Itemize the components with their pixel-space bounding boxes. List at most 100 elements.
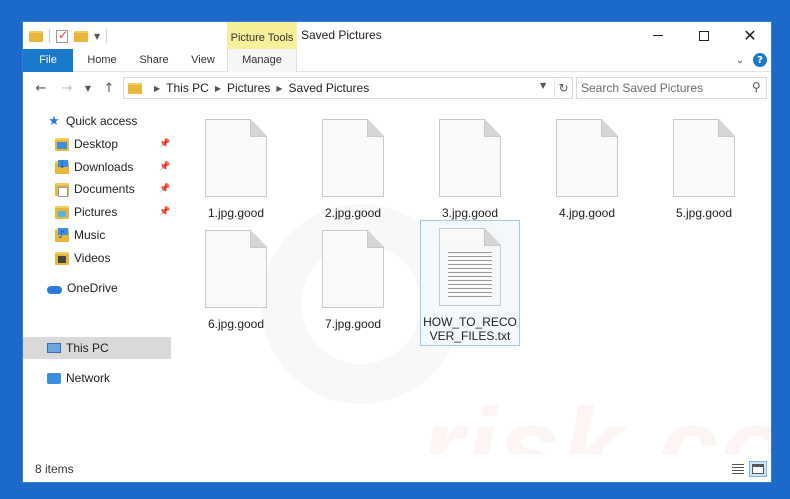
expand-ribbon-chevron-down-icon[interactable]: ⌄	[733, 53, 747, 67]
search-box[interactable]: ⚲	[576, 77, 767, 99]
tab-manage[interactable]: Manage	[227, 49, 297, 73]
breadcrumb-pictures[interactable]: Pictures	[227, 81, 270, 95]
sidebar-item-label: Desktop	[74, 137, 119, 151]
sidebar-item-onedrive[interactable]: OneDrive	[23, 277, 171, 299]
blank-file-icon	[673, 119, 735, 197]
downloads-folder-icon	[55, 159, 69, 174]
address-bar[interactable]: ▶ This PC ▶ Pictures ▶ Saved Pictures ▼ …	[123, 77, 573, 99]
maximize-button[interactable]	[681, 22, 727, 49]
star-icon: ★	[48, 113, 60, 129]
quick-access-toolbar: ▼	[29, 27, 108, 45]
computer-icon	[47, 343, 61, 353]
maximize-icon	[699, 30, 709, 41]
blank-file-icon	[322, 230, 384, 308]
customize-toolbar-icon[interactable]: ▼	[94, 32, 100, 41]
folder-icon	[128, 82, 142, 94]
file-item-selected[interactable]: HOW_TO_RECOVER_FILES.txt	[420, 220, 520, 346]
title-bar: ▼ Picture Tools Saved Pictures ✕	[23, 22, 771, 49]
pin-icon[interactable]: 📌	[159, 139, 170, 149]
close-icon: ✕	[743, 25, 757, 45]
sidebar-item-label: Network	[66, 371, 111, 385]
close-button[interactable]: ✕	[727, 22, 771, 49]
breadcrumb-chevron-icon[interactable]: ▶	[154, 84, 160, 93]
help-icon[interactable]: ?	[753, 53, 767, 67]
file-item[interactable]: 7.jpg.good	[303, 223, 403, 335]
file-item[interactable]: 2.jpg.good	[303, 112, 403, 224]
breadcrumb-chevron-icon[interactable]: ▶	[276, 84, 282, 93]
tab-home[interactable]: Home	[79, 49, 125, 72]
tab-share[interactable]: Share	[131, 49, 177, 72]
documents-folder-icon	[55, 182, 69, 197]
file-name: HOW_TO_RECOVER_FILES.txt	[423, 315, 517, 343]
sidebar-item-videos[interactable]: Videos	[23, 247, 171, 269]
window-title: Saved Pictures	[301, 28, 382, 42]
pin-icon[interactable]: 📌	[159, 207, 170, 217]
sidebar-item-documents[interactable]: Documents 📌	[23, 178, 171, 200]
large-icons-view-icon	[752, 464, 764, 474]
file-list: risk.com 1.jpg.good 2.jpg.good 3.jpg.goo…	[171, 104, 771, 482]
blank-file-icon	[322, 119, 384, 197]
breadcrumb-this-pc[interactable]: This PC	[166, 81, 209, 95]
network-icon	[47, 372, 61, 384]
sidebar-item-desktop[interactable]: Desktop 📌	[23, 133, 171, 155]
recent-locations-chevron-down-icon[interactable]: ▼	[79, 79, 97, 97]
file-name: 3.jpg.good	[441, 206, 499, 220]
back-arrow-icon[interactable]: ←	[32, 79, 50, 97]
text-file-icon	[439, 228, 501, 306]
sidebar-item-label: Videos	[74, 251, 111, 265]
sidebar-item-quick-access[interactable]: ★ Quick access	[23, 110, 171, 132]
navigation-pane: ★ Quick access Desktop 📌 Downloads 📌 Doc…	[23, 104, 171, 454]
toolbar-separator	[49, 29, 50, 43]
new-folder-icon[interactable]	[74, 30, 88, 42]
ribbon-tabs: File Home Share View Manage ⌄ ?	[23, 49, 771, 161]
status-bar: 8 items	[23, 454, 771, 482]
navigation-bar: ← → ▼ ↑ ▶ This PC ▶ Pictures ▶ Saved Pic…	[23, 72, 771, 104]
blank-file-icon	[205, 230, 267, 308]
sidebar-item-label: Music	[74, 228, 106, 242]
file-item[interactable]: 4.jpg.good	[537, 112, 637, 224]
details-view-icon	[732, 464, 744, 474]
sidebar-item-network[interactable]: Network	[23, 367, 171, 389]
minimize-icon	[653, 35, 663, 36]
properties-icon[interactable]	[56, 28, 68, 43]
toolbar-separator	[106, 29, 108, 43]
sidebar-item-downloads[interactable]: Downloads 📌	[23, 156, 171, 178]
address-history-chevron-down-icon[interactable]: ▼	[540, 81, 546, 90]
file-item[interactable]: 5.jpg.good	[654, 112, 754, 224]
sidebar-item-label: Quick access	[66, 114, 138, 128]
file-name: 1.jpg.good	[207, 206, 265, 220]
sidebar-item-label: Downloads	[74, 160, 134, 174]
up-arrow-icon[interactable]: ↑	[100, 79, 118, 97]
large-icons-view-button[interactable]	[749, 461, 767, 477]
file-name: 2.jpg.good	[324, 206, 382, 220]
breadcrumb-chevron-icon[interactable]: ▶	[215, 84, 221, 93]
music-folder-icon	[55, 227, 69, 242]
refresh-icon[interactable]: ↻	[554, 79, 572, 97]
sidebar-item-this-pc[interactable]: This PC	[23, 337, 171, 359]
search-icon[interactable]: ⚲	[752, 80, 761, 94]
file-item[interactable]: 6.jpg.good	[186, 223, 286, 335]
breadcrumb-saved-pictures[interactable]: Saved Pictures	[289, 81, 370, 95]
details-view-button[interactable]	[729, 461, 747, 477]
file-name: 7.jpg.good	[324, 317, 382, 331]
blank-file-icon	[439, 119, 501, 197]
file-item[interactable]: 1.jpg.good	[186, 112, 286, 224]
pictures-folder-icon	[55, 205, 69, 219]
minimize-button[interactable]	[635, 22, 681, 49]
videos-folder-icon	[55, 251, 69, 265]
forward-arrow-icon[interactable]: →	[58, 79, 76, 97]
pin-icon[interactable]: 📌	[159, 162, 170, 172]
sidebar-item-music[interactable]: Music	[23, 224, 171, 246]
pin-icon[interactable]: 📌	[159, 184, 170, 194]
item-count: 8 items	[35, 462, 74, 476]
tab-view[interactable]: View	[183, 49, 223, 72]
search-input[interactable]	[581, 80, 741, 96]
picture-tools-group: Picture Tools	[227, 22, 297, 49]
file-item[interactable]: 3.jpg.good	[420, 112, 520, 224]
sidebar-item-pictures[interactable]: Pictures 📌	[23, 201, 171, 223]
sidebar-item-label: Pictures	[74, 205, 118, 219]
file-name: 4.jpg.good	[558, 206, 616, 220]
explorer-window: ▼ Picture Tools Saved Pictures ✕ File Ho…	[22, 21, 772, 483]
file-name: 6.jpg.good	[207, 317, 265, 331]
cloud-icon	[47, 285, 62, 294]
